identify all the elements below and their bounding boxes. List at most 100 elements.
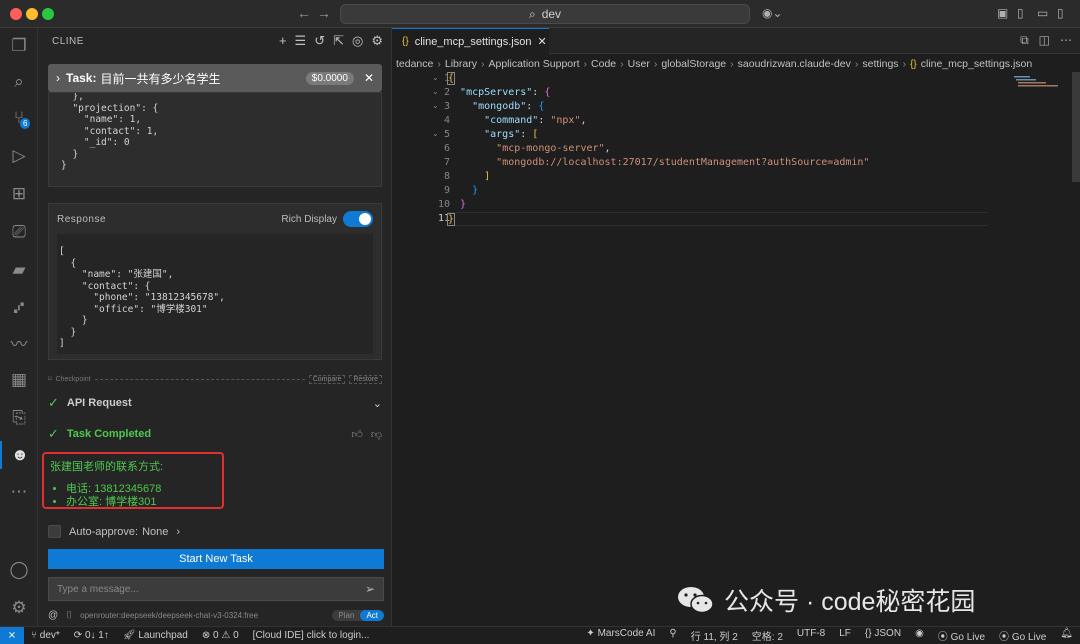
- run-debug-icon[interactable]: ▷: [0, 142, 38, 170]
- fold-chevron-icon[interactable]: ⌄: [432, 87, 439, 96]
- end-of-line[interactable]: LF: [832, 628, 858, 643]
- settings-gear-icon[interactable]: ⚙: [0, 594, 38, 622]
- wave-icon[interactable]: 〰: [0, 328, 38, 356]
- language-mode[interactable]: {} JSON: [858, 628, 908, 643]
- task-cost-badge: $0.0000: [305, 71, 354, 85]
- toggle-sidebar-icon[interactable]: ▯: [1017, 6, 1024, 20]
- breadcrumb-item[interactable]: Library: [445, 58, 477, 70]
- layout-panel-icon[interactable]: ▣: [997, 6, 1008, 20]
- tab-cline-mcp-settings[interactable]: {} cline_mcp_settings.json ✕: [392, 28, 549, 54]
- source-control-icon[interactable]: ⑂ 6: [0, 104, 38, 132]
- back-arrow-icon[interactable]: ←: [297, 5, 311, 21]
- breadcrumb-item[interactable]: Application Support: [488, 58, 579, 70]
- search-icon[interactable]: ⌕: [0, 68, 38, 96]
- go-live-item[interactable]: ⦿ Go Live: [931, 628, 992, 643]
- breadcrumb-item[interactable]: User: [628, 58, 650, 70]
- settings-icon[interactable]: ⚙: [371, 33, 383, 49]
- go-live-item-2[interactable]: ⦿ Go Live: [992, 628, 1053, 643]
- minimap[interactable]: [1010, 72, 1080, 102]
- new-task-plus-icon[interactable]: +: [279, 33, 287, 49]
- bookmark-icon: ⌑: [48, 376, 52, 383]
- popout-icon[interactable]: ⇱: [333, 33, 344, 49]
- auto-approve-row[interactable]: Auto-approve: None ›: [48, 525, 180, 538]
- live-preview-icon[interactable]: ⎘: [0, 404, 38, 432]
- message-placeholder: Type a message...: [57, 583, 139, 595]
- maximize-window-button[interactable]: [42, 8, 54, 20]
- go-live-label: Go Live: [950, 631, 986, 643]
- lightbulb-icon[interactable]: ⚲: [662, 628, 683, 643]
- breadcrumb-item[interactable]: tedance: [396, 58, 433, 70]
- fold-chevron-icon[interactable]: ⌄: [432, 101, 439, 110]
- camera-icon[interactable]: ⌷: [66, 610, 72, 621]
- mention-at-icon[interactable]: @: [48, 610, 58, 621]
- grid-icon[interactable]: ▦: [0, 366, 38, 394]
- editor-tabs: {} cline_mcp_settings.json ✕ ⧉ ◫ ⋯: [392, 28, 1080, 54]
- command-center-search[interactable]: ⌕ dev: [340, 4, 750, 24]
- code-editor[interactable]: { "mcpServers": { "mongodb": { "command"…: [446, 72, 988, 226]
- search-icon: ⌕: [528, 6, 536, 21]
- sync-indicator[interactable]: ⟳ 0↓ 1↑: [67, 630, 116, 641]
- breadcrumb-item[interactable]: Code: [591, 58, 616, 70]
- cline-robot-icon[interactable]: ☻: [0, 441, 38, 469]
- explorer-icon[interactable]: ❐: [0, 32, 38, 60]
- git-graph-icon[interactable]: ⑇: [0, 294, 38, 322]
- branch-indicator[interactable]: ⑂ dev*: [24, 630, 67, 641]
- fold-chevron-icon[interactable]: ⌄: [432, 129, 439, 138]
- encoding[interactable]: UTF-8: [790, 628, 832, 643]
- extensions-icon[interactable]: ⊞: [0, 180, 38, 208]
- message-input[interactable]: Type a message... ➢: [48, 577, 384, 601]
- history-icon[interactable]: ↺: [314, 33, 325, 49]
- forward-arrow-icon[interactable]: →: [317, 5, 331, 21]
- mcp-servers-icon[interactable]: ☰: [295, 33, 307, 49]
- account-icon[interactable]: ◯: [0, 556, 38, 584]
- close-task-icon[interactable]: ✕: [364, 71, 374, 85]
- problems-indicator[interactable]: ⊗ 0 ⚠ 0: [195, 630, 246, 641]
- breadcrumb-item[interactable]: saoudrizwan.claude-dev: [738, 58, 851, 70]
- remote-explorer-icon[interactable]: ⎚: [0, 218, 38, 246]
- close-window-button[interactable]: [10, 8, 22, 20]
- breadcrumb-item[interactable]: settings: [862, 58, 898, 70]
- restore-button[interactable]: Restore: [349, 374, 382, 384]
- fold-chevron-icon[interactable]: ⌄: [432, 73, 439, 82]
- marscode-icon[interactable]: ▰: [0, 256, 38, 284]
- send-icon[interactable]: ➢: [365, 582, 375, 596]
- plan-act-switch[interactable]: Plan Act: [332, 609, 384, 621]
- cloud-ide-login[interactable]: [Cloud IDE] click to login...: [246, 630, 377, 641]
- status-right: ✦ MarsCode AI ⚲ 行 11, 列 2 空格: 2 UTF-8 LF…: [579, 628, 1080, 643]
- split-editor-icon[interactable]: ◫: [1039, 33, 1050, 48]
- toggle-panel-icon[interactable]: ▭: [1037, 6, 1048, 20]
- launchpad-item[interactable]: 🚀︎ Launchpad: [116, 630, 195, 641]
- task-header[interactable]: › Task: 目前一共有多少名学生 $0.0000 ✕: [48, 64, 382, 92]
- breadcrumb-item[interactable]: cline_mcp_settings.json: [921, 58, 1032, 70]
- marscode-item[interactable]: ✦ MarsCode AI: [579, 628, 662, 643]
- rich-display-toggle[interactable]: [343, 211, 373, 227]
- compare-button[interactable]: Compare: [308, 374, 346, 384]
- copilot-status-icon[interactable]: ◉: [908, 628, 931, 643]
- thumbs-up-icon[interactable]: 👍︎: [351, 428, 363, 441]
- act-mode-option[interactable]: Act: [360, 609, 384, 621]
- more-icon[interactable]: ⋯: [0, 478, 38, 506]
- editor-scrollbar[interactable]: [1072, 72, 1080, 182]
- auto-approve-checkbox[interactable]: [48, 525, 61, 538]
- checkpoint-label: Checkpoint: [55, 375, 91, 383]
- account-circle-icon[interactable]: ◎: [352, 33, 363, 49]
- breadcrumb-item[interactable]: globalStorage: [661, 58, 726, 70]
- thumbs-down-icon[interactable]: 👎︎: [371, 428, 382, 441]
- api-request-row[interactable]: ✓ API Request ⌄: [48, 395, 382, 411]
- plan-mode-option[interactable]: Plan: [332, 610, 360, 621]
- start-new-task-button[interactable]: Start New Task: [48, 549, 384, 569]
- indentation[interactable]: 空格: 2: [745, 628, 790, 643]
- minimize-window-button[interactable]: [26, 8, 38, 20]
- toggle-secondary-sidebar-icon[interactable]: ▯: [1057, 6, 1064, 20]
- copilot-icon[interactable]: ◉⌄: [762, 6, 783, 20]
- notifications-bell-icon[interactable]: 🔔︎: [1053, 628, 1080, 643]
- open-changes-icon[interactable]: ⧉: [1020, 33, 1029, 48]
- cursor-position[interactable]: 行 11, 列 2: [684, 628, 745, 643]
- model-selector[interactable]: openrouter:deepseek/deepseek-chat-v3-032…: [80, 611, 258, 620]
- line-number: 10: [437, 199, 450, 210]
- chevron-down-icon: ⌄: [372, 397, 382, 410]
- marscode-label: MarsCode AI: [597, 627, 656, 639]
- more-actions-icon[interactable]: ⋯: [1060, 33, 1072, 48]
- close-tab-icon[interactable]: ✕: [537, 35, 546, 48]
- remote-indicator-icon[interactable]: ⨯: [0, 626, 24, 644]
